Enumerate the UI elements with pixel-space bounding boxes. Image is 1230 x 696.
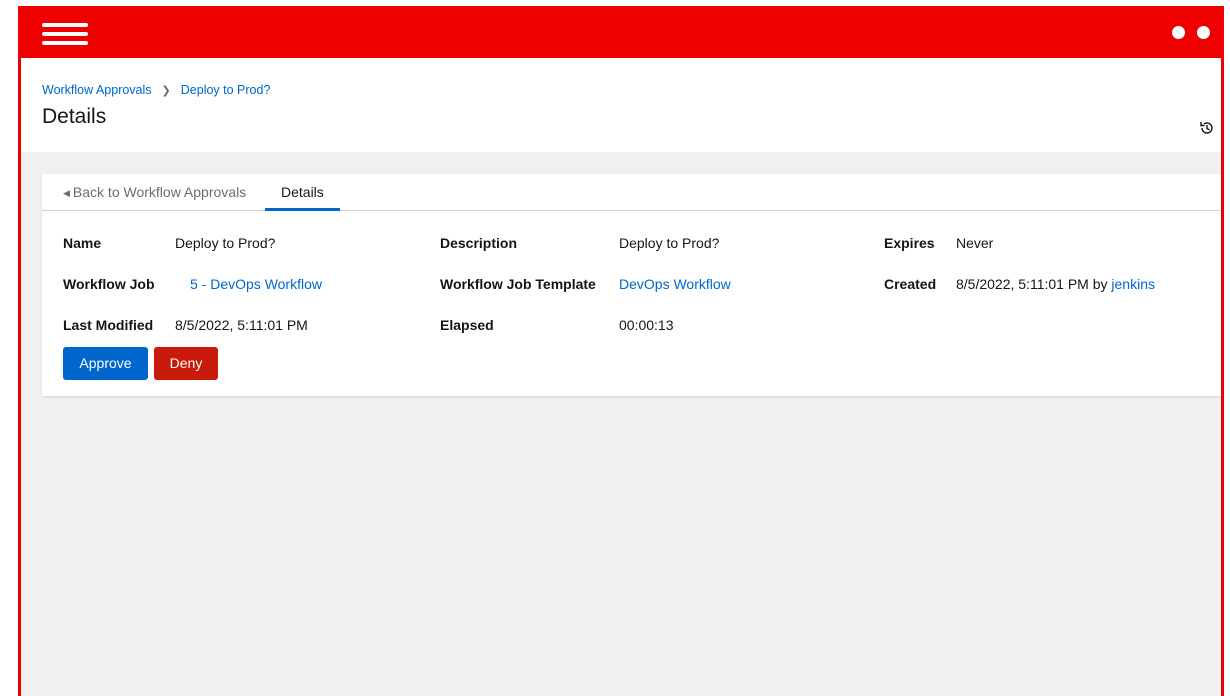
name-label: Name [63,235,102,251]
created-value: 8/5/2022, 5:11:01 PM by jenkins [956,276,1155,292]
main-content: Workflow Approvals ❯ Deploy to Prod? Det… [21,58,1221,696]
page-title: Details [42,105,107,128]
tab-back-label: Back to Workflow Approvals [72,184,247,200]
hamburger-icon[interactable] [42,23,88,45]
description-label: Description [440,235,518,251]
created-by-link[interactable]: jenkins [1111,276,1155,292]
tab-back[interactable]: ◀ Back to Workflow Approvals [63,174,246,210]
expires-label: Expires [884,235,935,251]
history-icon[interactable] [1199,120,1215,136]
elapsed-value: 00:00:13 [619,317,674,333]
workflow-job-link[interactable]: 5 - DevOps Workflow [190,276,322,292]
breadcrumb-workflow-approvals[interactable]: Workflow Approvals [42,83,152,97]
name-value: Deploy to Prod? [175,235,276,251]
breadcrumb-separator-icon: ❯ [161,84,171,97]
workflow-job-label: Workflow Job [63,276,155,292]
approve-button[interactable]: Approve [63,347,148,380]
page-header: Workflow Approvals ❯ Deploy to Prod? Det… [21,58,1221,152]
app-window: Workflow Approvals ❯ Deploy to Prod? Det… [18,6,1224,696]
tab-details[interactable]: Details [265,174,340,211]
tab-bar: ◀ Back to Workflow Approvals Details [42,174,1221,211]
created-label: Created [884,276,937,292]
last-modified-value: 8/5/2022, 5:11:01 PM [175,317,308,333]
details-card: ◀ Back to Workflow Approvals Details Name… [42,174,1221,396]
caret-left-icon: ◀ [63,188,70,198]
expires-value: Never [956,235,994,251]
last-modified-label: Last Modified [63,317,154,333]
breadcrumb: Workflow Approvals ❯ Deploy to Prod? [42,83,270,97]
elapsed-label: Elapsed [440,317,494,333]
workflow-job-template-link[interactable]: DevOps Workflow [619,276,731,292]
breadcrumb-current[interactable]: Deploy to Prod? [181,83,271,97]
masthead [18,6,1224,58]
created-date: 8/5/2022, 5:11:01 PM by [956,276,1108,292]
dots-icon[interactable] [1172,26,1212,40]
deny-button[interactable]: Deny [154,347,218,380]
workflow-job-template-label: Workflow Job Template [440,276,596,292]
description-value: Deploy to Prod? [619,235,720,251]
